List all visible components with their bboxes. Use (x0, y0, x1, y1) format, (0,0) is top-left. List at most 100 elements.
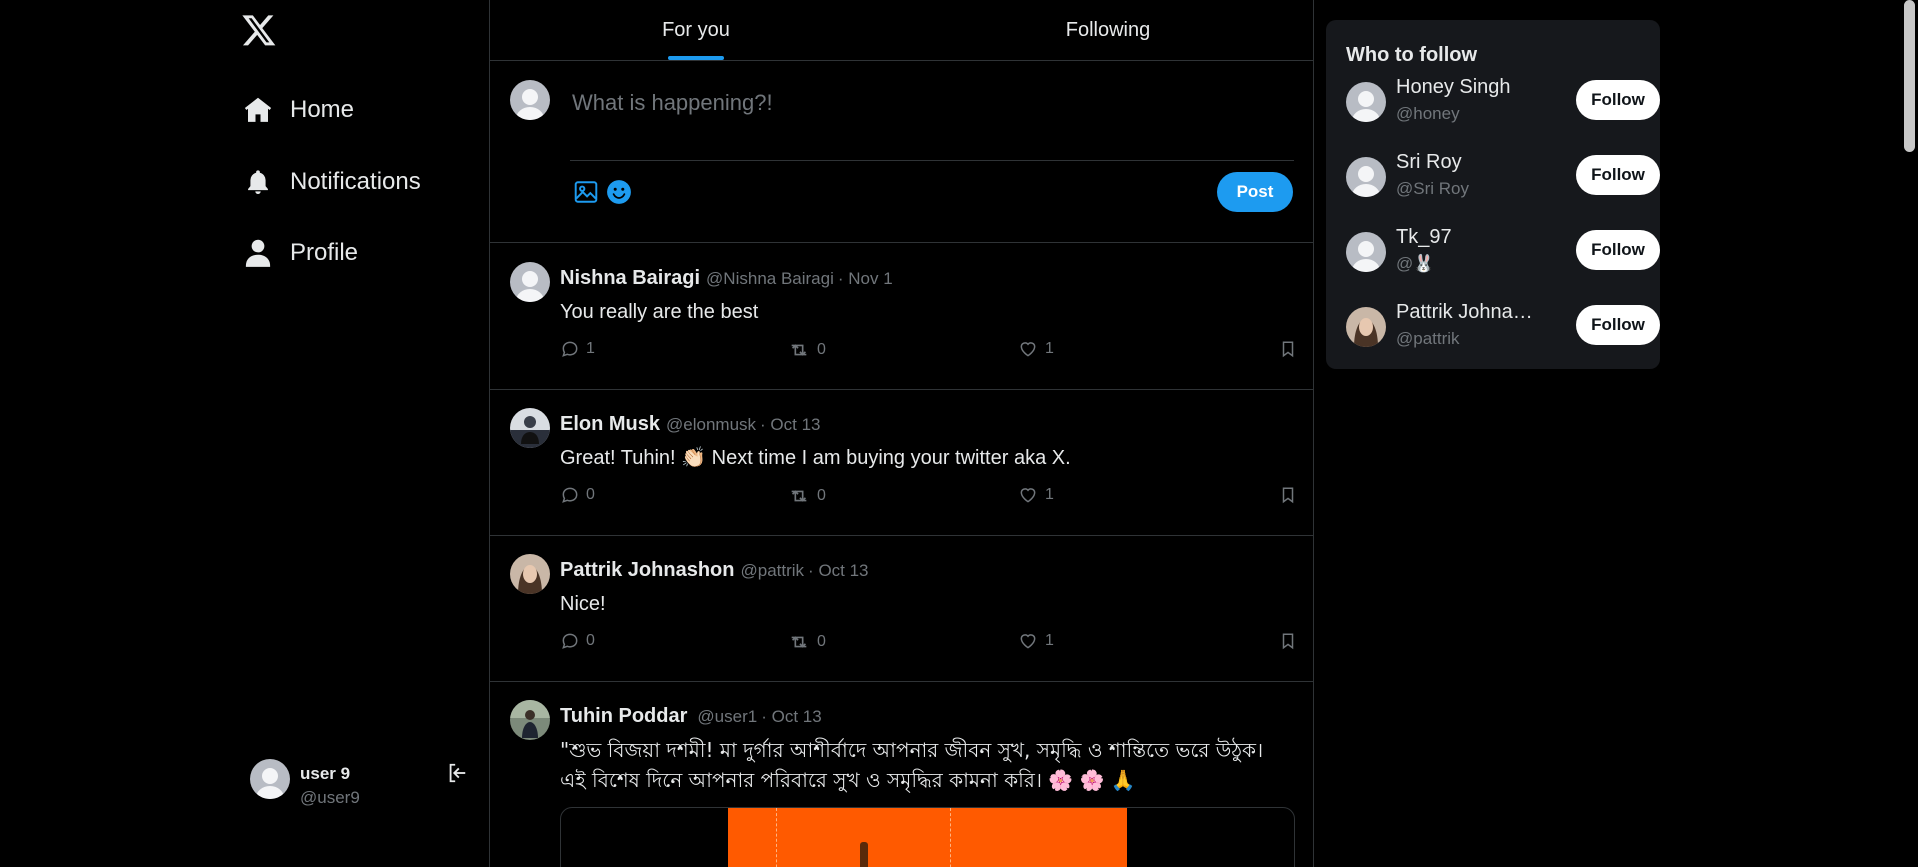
compose-input[interactable] (570, 85, 1294, 121)
tweet-text: Nice! (560, 593, 606, 615)
nav-notifications-label: Notifications (290, 168, 421, 195)
tweet-author-name[interactable]: Nishna Bairagi (560, 267, 700, 289)
retweet-button[interactable]: 0 (787, 631, 826, 653)
account-switcher[interactable]: user 9 @user9 (250, 758, 470, 808)
logout-icon[interactable] (446, 762, 468, 784)
nav-home[interactable]: Home (242, 94, 354, 126)
reply-count: 0 (586, 486, 595, 503)
who-to-follow-title: Who to follow (1346, 44, 1478, 66)
post-button[interactable]: Post (1217, 172, 1293, 212)
tweet-avatar (510, 554, 550, 594)
reply-button[interactable]: 0 (560, 631, 595, 651)
tweet-author-handle: @elonmusk (666, 415, 757, 434)
tweet-item[interactable]: Tuhin Poddar @user1 · Oct 13 "শুভ বিজয়া দ… (490, 681, 1313, 867)
suggestion-name: Pattrik Johnas... (1396, 301, 1536, 323)
reply-count: 1 (586, 340, 595, 357)
nav-notifications[interactable]: Notifications (242, 166, 421, 198)
current-user-handle: @user9 (300, 788, 360, 807)
tweet-avatar (510, 700, 550, 740)
tweet-item[interactable]: Nishna Bairagi @Nishna Bairagi · Nov 1 You… (490, 243, 1313, 390)
home-icon (242, 94, 274, 126)
suggestion-name: Sri Roy (1396, 151, 1462, 173)
follow-suggestion[interactable]: Pattrik Johnas... @pattrik Follow (1346, 299, 1660, 355)
tweet-text: Great! Tuhin! 👏🏻 Next time I am buying y… (560, 447, 1071, 469)
nav-home-label: Home (290, 96, 355, 123)
suggestion-avatar (1346, 307, 1386, 347)
tweet-header: Pattrik Johnashon @pattrik · Oct 13 (560, 559, 869, 582)
like-button[interactable]: 1 (1017, 485, 1054, 505)
tweet-header: Tuhin Poddar @user1 · Oct 13 (560, 705, 822, 728)
tweet-item[interactable]: Elon Musk @elonmusk · Oct 13 Great! Tuhin!… (490, 389, 1313, 536)
tweet-actions: 0 0 1 (560, 631, 1300, 655)
nav-profile-label: Profile (290, 239, 359, 266)
who-to-follow-panel: Who to follow Honey Singh @honey Follow … (1326, 20, 1660, 369)
composer-divider (570, 160, 1294, 161)
left-sidebar: Home Notifications Profile user 9 @user9 (0, 0, 489, 867)
emoji-icon[interactable] (606, 179, 632, 205)
like-button[interactable]: 1 (1017, 339, 1054, 359)
follow-button[interactable]: Follow (1576, 80, 1660, 120)
reply-button[interactable]: 1 (560, 339, 595, 359)
follow-suggestion[interactable]: Sri Roy @Sri Roy Follow (1346, 149, 1660, 205)
person-icon (242, 237, 274, 269)
tweet-actions: 0 0 1 (560, 485, 1300, 509)
media-image (728, 808, 1127, 867)
tweet-author-handle: @pattrik (740, 561, 805, 580)
current-user-name: user 9 (300, 764, 351, 783)
retweet-count: 0 (817, 341, 826, 358)
retweet-button[interactable]: 0 (787, 485, 826, 507)
tab-following-label: Following (1065, 18, 1151, 41)
suggestion-avatar (1346, 157, 1386, 197)
retweet-count: 0 (817, 633, 826, 650)
tweet-actions: 1 0 1 (560, 339, 1300, 363)
tweet-date: · Oct 13 (760, 415, 821, 434)
suggestion-avatar (1346, 82, 1386, 122)
bookmark-icon[interactable] (1279, 631, 1297, 651)
retweet-button[interactable]: 0 (787, 339, 826, 361)
scrollbar-thumb[interactable] (1904, 0, 1915, 152)
heart-icon (1020, 634, 1036, 649)
heart-icon (1020, 488, 1036, 503)
reply-button[interactable]: 0 (560, 485, 595, 505)
follow-button[interactable]: Follow (1576, 230, 1660, 270)
follow-suggestion[interactable]: Honey Singh @honey Follow (1346, 74, 1660, 130)
retweet-icon (791, 344, 807, 356)
retweet-icon (791, 636, 807, 648)
active-tab-indicator (668, 56, 724, 60)
suggestion-handle: @pattrik (1396, 329, 1460, 348)
image-icon[interactable] (573, 179, 599, 205)
tweet-header: Nishna Bairagi @Nishna Bairagi · Nov 1 (560, 267, 893, 290)
bell-icon (242, 166, 274, 198)
tweet-author-name[interactable]: Elon Musk (560, 413, 660, 435)
tweet-avatar (510, 408, 550, 448)
reply-icon (562, 341, 578, 357)
tab-following[interactable]: Following (902, 0, 1314, 60)
tweet-media[interactable] (560, 807, 1295, 867)
follow-button[interactable]: Follow (1576, 305, 1660, 345)
suggestion-handle: @🐰 (1396, 254, 1435, 273)
follow-suggestion[interactable]: Tk_97 @🐰 Follow (1346, 224, 1660, 280)
reply-icon (562, 487, 578, 503)
tweet-author-handle: @user1 (697, 707, 758, 726)
page-scrollbar[interactable] (1901, 0, 1918, 867)
bookmark-icon[interactable] (1279, 339, 1297, 359)
nav-profile[interactable]: Profile (242, 237, 358, 269)
tweet-header: Elon Musk @elonmusk · Oct 13 (560, 413, 821, 436)
follow-button[interactable]: Follow (1576, 155, 1660, 195)
tweet-author-handle: @Nishna Bairagi (706, 269, 834, 288)
tab-for-you[interactable]: For you (490, 0, 902, 60)
tweet-date: · Oct 13 (808, 561, 869, 580)
retweet-icon (791, 490, 807, 502)
retweet-count: 0 (817, 487, 826, 504)
bookmark-icon[interactable] (1279, 485, 1297, 505)
tweet-author-name[interactable]: Pattrik Johnashon (560, 559, 734, 581)
tweet-text: "শুভ বিজয়া দশমী! মা দুর্গার আশীর্বাদে আ… (560, 738, 1264, 792)
tweet-date: · Nov 1 (837, 269, 893, 288)
tweet-author-name[interactable]: Tuhin Poddar (560, 705, 687, 727)
suggestion-handle: @honey (1396, 104, 1460, 123)
feed-tabs: For you Following (490, 0, 1313, 61)
like-count: 1 (1045, 340, 1054, 357)
tweet-item[interactable]: Pattrik Johnashon @pattrik · Oct 13 Nice! … (490, 535, 1313, 682)
x-logo-icon[interactable] (241, 12, 277, 48)
like-button[interactable]: 1 (1017, 631, 1054, 651)
